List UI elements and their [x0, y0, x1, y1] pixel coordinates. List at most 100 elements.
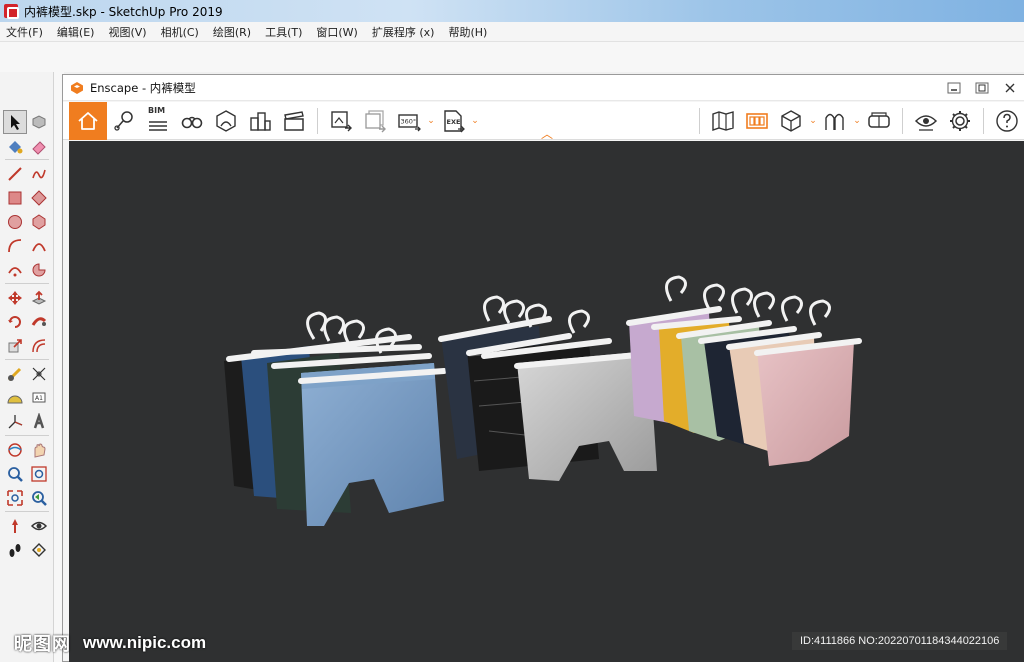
axes-tool-button[interactable]: [3, 410, 27, 434]
buildings-button[interactable]: [243, 102, 277, 140]
binoculars-button[interactable]: [175, 102, 209, 140]
text-tool-button[interactable]: A1: [27, 386, 51, 410]
clapperboard-icon: [284, 110, 304, 131]
polygon-tool-button[interactable]: [27, 210, 51, 234]
two-point-arc-tool-button[interactable]: [27, 234, 51, 258]
walk-tool-button[interactable]: [3, 538, 27, 562]
offset-tool-button[interactable]: [27, 334, 51, 358]
scale-tool-icon: [8, 339, 22, 353]
previous-view-tool-button[interactable]: [27, 486, 51, 510]
boxer-group-left: [224, 311, 447, 526]
three-point-arc-tool-button[interactable]: [3, 258, 27, 282]
screenshot-button[interactable]: [324, 102, 358, 140]
cube-dropdown-caret[interactable]: ⌄: [808, 102, 818, 140]
tape-measure-tool-button[interactable]: [3, 362, 27, 386]
scale-tool-button[interactable]: [3, 334, 27, 358]
sketchup-app-icon: [4, 4, 19, 19]
atmosphere-icon: [216, 109, 236, 132]
rotate-tool-button[interactable]: [3, 310, 27, 334]
component-tool-button[interactable]: [27, 110, 51, 134]
orbit-tool-button[interactable]: [3, 438, 27, 462]
render-viewport[interactable]: [69, 141, 1024, 662]
position-camera-tool-button[interactable]: [3, 514, 27, 538]
maximize-button[interactable]: [968, 79, 996, 97]
enscape-window-title: Enscape - 内裤模型: [90, 80, 196, 95]
bim-button[interactable]: BIM: [141, 102, 175, 140]
move-tool-button[interactable]: [3, 286, 27, 310]
dimension-tool-button[interactable]: [27, 362, 51, 386]
axes-tool-icon: [8, 415, 23, 429]
circle-tool-button[interactable]: [3, 210, 27, 234]
zoom-window-tool-icon: [31, 466, 47, 482]
dimension-tool-icon: [32, 367, 46, 381]
menu-view[interactable]: 视图(V): [101, 24, 153, 40]
palette-separator: [5, 511, 49, 513]
material-box-button[interactable]: [774, 102, 808, 140]
look-around-tool-button[interactable]: [27, 514, 51, 538]
zoom-extents-tool-icon: [7, 490, 23, 506]
eraser-tool-button[interactable]: [27, 134, 51, 158]
minimize-icon: [947, 82, 961, 94]
line-tool-button[interactable]: [3, 162, 27, 186]
menu-tools[interactable]: 工具(T): [258, 24, 309, 40]
help-button[interactable]: [990, 102, 1024, 140]
zoom-tool-icon: [8, 467, 23, 482]
toolbar-separator: [317, 107, 318, 134]
atmosphere-button[interactable]: [209, 102, 243, 140]
protractor-tool-button[interactable]: [3, 386, 27, 410]
visual-settings-button[interactable]: [909, 102, 943, 140]
freehand-tool-button[interactable]: [27, 162, 51, 186]
text-tool-icon: A1: [32, 392, 46, 403]
rectangle-tool-button[interactable]: [3, 186, 27, 210]
views-dropdown-caret[interactable]: ⌄: [852, 102, 862, 140]
minimize-button[interactable]: [940, 79, 968, 97]
batch-render-icon: [365, 109, 386, 132]
bim-label: BIM: [148, 105, 166, 115]
polygon-tool-icon: [32, 214, 46, 230]
panorama-dropdown-caret[interactable]: ⌄: [426, 102, 436, 140]
standalone-export-button[interactable]: EXE: [436, 102, 470, 140]
batch-render-button[interactable]: [358, 102, 392, 140]
home-button[interactable]: [69, 101, 107, 140]
zoom-extents-tool-button[interactable]: [3, 486, 27, 510]
panorama-button[interactable]: 360°: [392, 102, 426, 140]
export-dropdown-caret[interactable]: ⌄: [470, 102, 480, 140]
map-pin-button[interactable]: [107, 102, 141, 140]
menu-camera[interactable]: 相机(C): [154, 24, 206, 40]
zoom-tool-button[interactable]: [3, 462, 27, 486]
menu-edit[interactable]: 编辑(E): [50, 24, 102, 40]
asset-library-icon: [746, 112, 768, 129]
rotated-rectangle-tool-button[interactable]: [27, 186, 51, 210]
follow-me-tool-icon: [31, 317, 47, 326]
menu-draw[interactable]: 绘图(R): [206, 24, 258, 40]
close-button[interactable]: [996, 79, 1024, 97]
menu-window[interactable]: 窗口(W): [309, 24, 364, 40]
menu-file[interactable]: 文件(F): [0, 24, 50, 40]
asset-library-button[interactable]: [740, 102, 774, 140]
paint-bucket-tool-button[interactable]: [3, 134, 27, 158]
zoom-window-tool-button[interactable]: [27, 462, 51, 486]
arches-icon: [825, 113, 844, 130]
enscape-title-bar: Enscape - 内裤模型: [63, 75, 1024, 101]
arc-tool-button[interactable]: [3, 234, 27, 258]
sketchup-toolbar-area: [0, 42, 1024, 72]
select-tool-button[interactable]: [3, 110, 27, 134]
vr-headset-button[interactable]: [862, 102, 896, 140]
pie-tool-button[interactable]: [27, 258, 51, 282]
views-button[interactable]: [818, 102, 852, 140]
menu-extensions[interactable]: 扩展程序 (x): [365, 24, 442, 40]
palette-separator: [5, 435, 49, 437]
menu-help[interactable]: 帮助(H): [441, 24, 494, 40]
collapse-toolbar-chevron-icon[interactable]: ︿: [541, 125, 553, 142]
palette-separator: [5, 359, 49, 361]
3d-text-tool-button[interactable]: [27, 410, 51, 434]
pan-tool-button[interactable]: [27, 438, 51, 462]
follow-me-tool-button[interactable]: [27, 310, 51, 334]
push-pull-tool-button[interactable]: [27, 286, 51, 310]
map-pin-icon: [114, 110, 133, 131]
offset-tool-icon: [32, 339, 46, 353]
settings-button[interactable]: [943, 102, 977, 140]
map-view-button[interactable]: [706, 102, 740, 140]
video-editor-button[interactable]: [277, 102, 311, 140]
section-plane-tool-button[interactable]: [27, 538, 51, 562]
